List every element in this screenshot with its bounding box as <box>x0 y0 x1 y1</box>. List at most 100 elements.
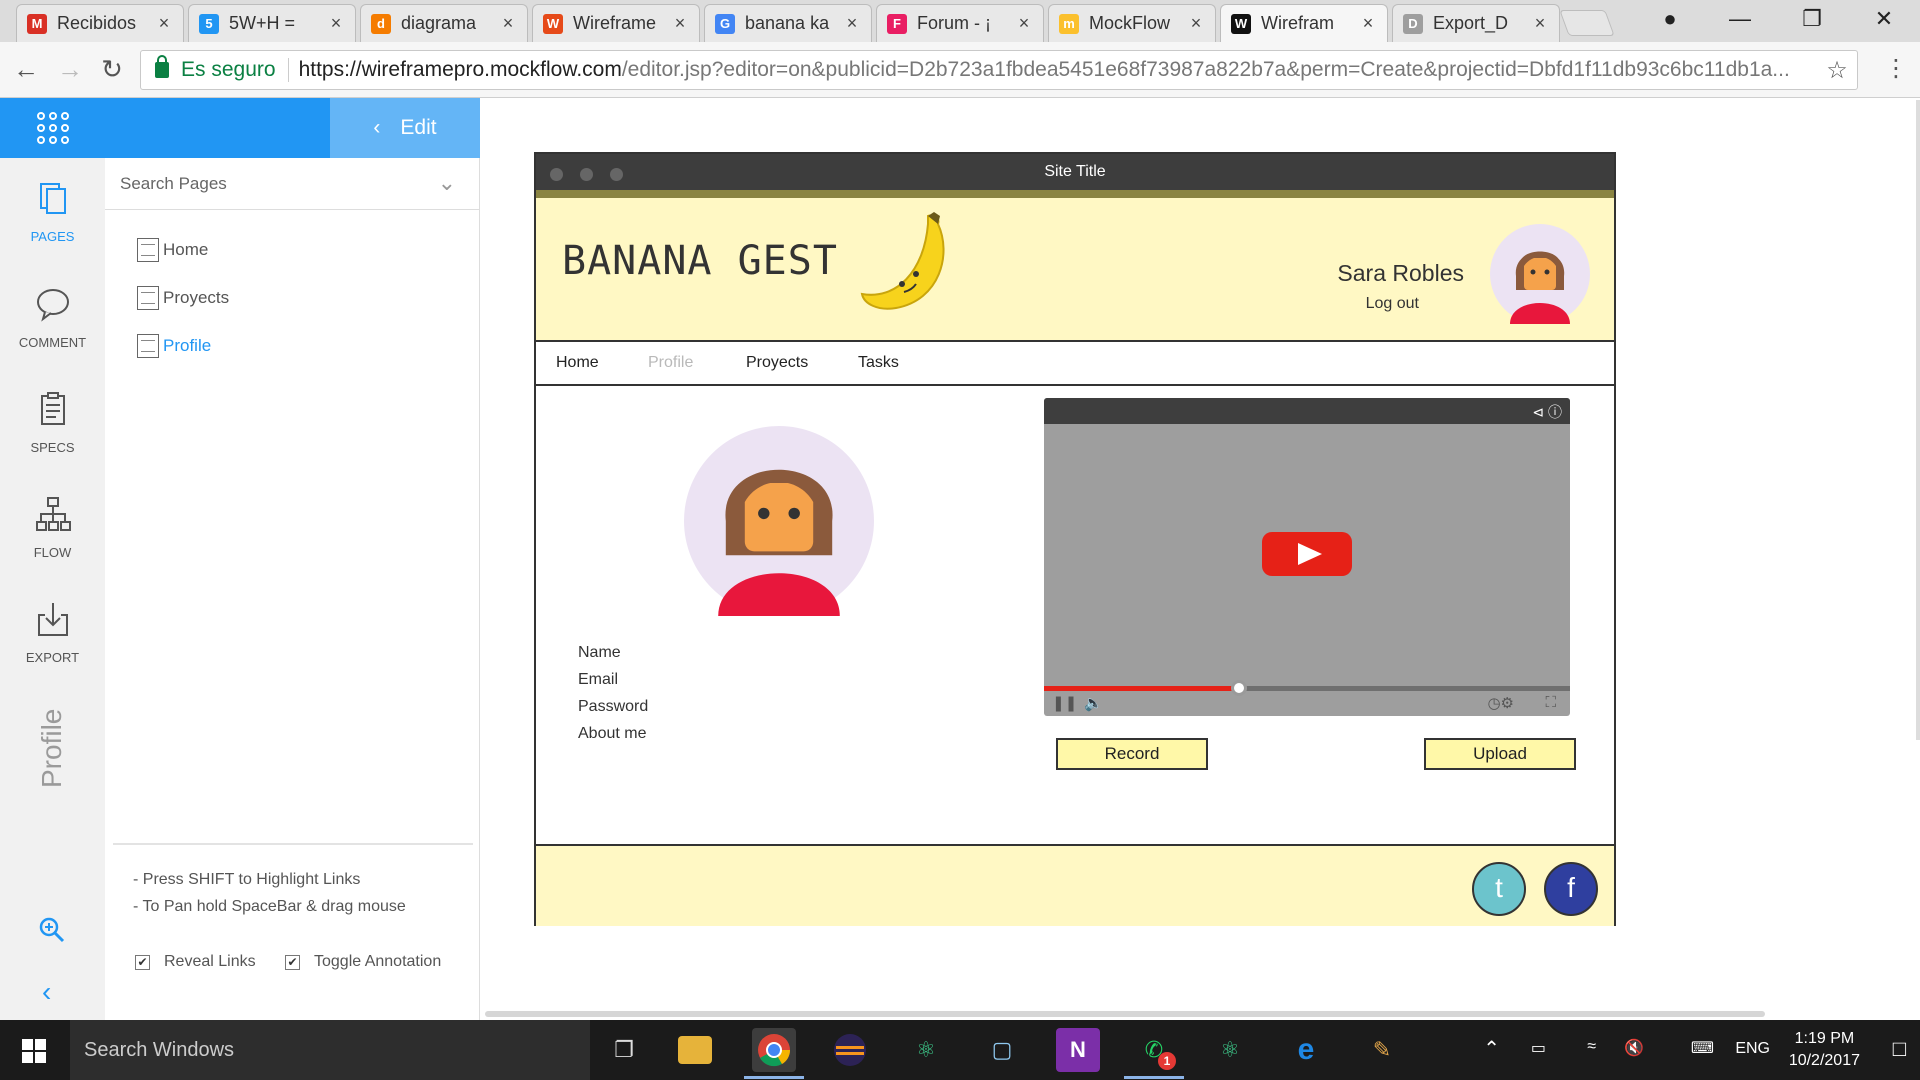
volume-icon[interactable]: 🔈 <box>1084 694 1103 712</box>
close-tab-icon[interactable]: × <box>1359 13 1377 34</box>
menu-kebab-icon[interactable]: ⋮ <box>1880 54 1912 83</box>
onenote-icon[interactable]: N <box>1056 1028 1100 1072</box>
close-tab-icon[interactable]: × <box>499 13 517 34</box>
nav-home[interactable]: Home <box>556 354 599 372</box>
tab-title: banana ka <box>745 13 830 33</box>
bookmark-star-icon[interactable]: ☆ <box>1817 56 1857 85</box>
page-icon <box>137 334 159 358</box>
tab-strip: M Recibidos × 5 5W+H = × d diagrama × W Wireframe… <box>0 0 1920 42</box>
nav-proyects[interactable]: Proyects <box>746 354 808 372</box>
browser-tab[interactable]: d diagrama × <box>360 4 528 42</box>
browser-tab[interactable]: D Export_D × <box>1392 4 1560 42</box>
notepad-icon[interactable]: ▢ <box>980 1028 1024 1072</box>
label-about-me: About me <box>578 725 647 742</box>
flow-icon <box>35 497 71 531</box>
rail-comment[interactable]: COMMENT <box>0 286 105 350</box>
notifications-icon[interactable]: □ <box>1893 1036 1906 1062</box>
chrome-icon[interactable] <box>752 1028 796 1072</box>
minimize-button[interactable]: — <box>1718 6 1762 32</box>
rail-specs[interactable]: SPECS <box>0 391 105 455</box>
back-icon[interactable]: ← <box>10 54 42 85</box>
close-tab-icon[interactable]: × <box>1187 13 1205 34</box>
browser-tab[interactable]: Gbanana ka × <box>704 4 872 42</box>
logout-link[interactable]: Log out <box>1366 295 1419 313</box>
share-info-icon[interactable]: ⊲ ⓘ <box>1532 402 1562 422</box>
edit-button[interactable]: ‹ Edit <box>330 98 480 158</box>
whatsapp-icon[interactable]: ✆ 1 <box>1132 1028 1176 1072</box>
task-view-icon[interactable]: ❐ <box>602 1028 646 1072</box>
reload-icon[interactable]: ↻ <box>96 54 128 85</box>
close-tab-icon[interactable]: × <box>671 13 689 34</box>
browser-tab[interactable]: 5 5W+H = × <box>188 4 356 42</box>
profile-icon[interactable]: ● <box>1648 6 1692 32</box>
browser-tab[interactable]: F Forum - ¡ × <box>876 4 1044 42</box>
tab-title: Forum - ¡ <box>917 13 991 33</box>
upload-button[interactable]: Upload <box>1424 738 1576 770</box>
new-tab-button[interactable] <box>1559 10 1615 36</box>
page-item-proyects[interactable]: Proyects <box>137 286 229 310</box>
twitter-icon[interactable]: t <box>1472 862 1526 916</box>
eclipse-icon[interactable] <box>828 1028 872 1072</box>
taskbar-search[interactable]: Search Windows <box>70 1020 590 1080</box>
file-explorer-icon[interactable] <box>678 1036 712 1064</box>
fullscreen-icon[interactable]: ⛶ <box>1545 694 1556 711</box>
5wh-icon: 5 <box>199 13 219 34</box>
banana-logo-icon <box>860 212 945 310</box>
windows-start-icon[interactable] <box>22 1039 46 1063</box>
keyboard-icon[interactable]: ⌨ <box>1691 1038 1714 1058</box>
reveal-links-checkbox[interactable]: ✔ Reveal Links <box>135 953 256 971</box>
clock[interactable]: 1:19 PM 10/2/2017 <box>1789 1028 1860 1072</box>
close-tab-icon[interactable]: × <box>155 13 173 34</box>
rail-pages[interactable]: PAGES <box>0 180 105 244</box>
wireframe-icon: W <box>543 13 563 34</box>
gmail-icon: M <box>27 13 47 34</box>
tab-title: Wireframe <box>573 13 657 33</box>
wifi-icon[interactable]: ≈ <box>1587 1038 1596 1056</box>
browser-tab[interactable]: M Recibidos × <box>16 4 184 42</box>
atom-icon[interactable]: ⚛ <box>904 1028 948 1072</box>
zoom-icon[interactable] <box>38 916 66 944</box>
restore-button[interactable]: ❐ <box>1790 6 1834 32</box>
toggle-annotation-checkbox[interactable]: ✔ Toggle Annotation <box>285 953 441 971</box>
collapse-icon[interactable]: ⌄ <box>438 170 456 196</box>
chevron-up-icon[interactable]: ⌃ <box>1483 1036 1500 1061</box>
pages-icon <box>39 183 66 214</box>
browser-tab[interactable]: W Wireframe × <box>532 4 700 42</box>
forward-icon[interactable]: → <box>54 54 86 85</box>
vertical-scrollbar[interactable] <box>1916 100 1920 740</box>
nav-profile[interactable]: Profile <box>648 354 693 372</box>
play-button-icon[interactable] <box>1262 532 1352 576</box>
close-tab-icon[interactable]: × <box>1531 13 1549 34</box>
facebook-icon[interactable]: f <box>1544 862 1598 916</box>
battery-icon[interactable]: ▭ <box>1531 1038 1546 1058</box>
browser-tab[interactable]: W Wirefram × <box>1220 4 1388 42</box>
search-pages-input[interactable]: Search Pages ⌄ <box>105 158 480 210</box>
nav-tasks[interactable]: Tasks <box>858 354 899 372</box>
edge-icon[interactable]: e <box>1284 1028 1328 1072</box>
close-window-button[interactable]: ✕ <box>1862 6 1906 32</box>
language-indicator[interactable]: ENG <box>1735 1040 1770 1058</box>
record-button[interactable]: Record <box>1056 738 1208 770</box>
video-player[interactable]: ⊲ ⓘ ❚❚ 🔈 ◷⚙ ⛶ <box>1044 398 1570 716</box>
close-tab-icon[interactable]: × <box>327 13 345 34</box>
paint-icon[interactable]: ✎ <box>1360 1028 1404 1072</box>
browser-tab[interactable]: m MockFlow × <box>1048 4 1216 42</box>
rail-flow[interactable]: FLOW <box>0 496 105 560</box>
close-tab-icon[interactable]: × <box>1015 13 1033 34</box>
pause-icon[interactable]: ❚❚ <box>1052 694 1077 712</box>
rail-export[interactable]: EXPORT <box>0 601 105 665</box>
panel-hints: - Press SHIFT to Highlight Links - To Pa… <box>133 871 406 915</box>
page-item-profile[interactable]: Profile <box>137 334 211 358</box>
windows-taskbar: Search Windows ❐ ⚛ ▢ N ✆ 1 ⚛ e ✎ ⌃ ▭ ≈ 🔇… <box>0 1020 1920 1080</box>
page-item-home[interactable]: Home <box>137 238 208 262</box>
volume-muted-icon[interactable]: 🔇 <box>1624 1038 1644 1058</box>
url-text[interactable]: https://wireframepro.mockflow.com/editor… <box>299 58 1817 82</box>
apps-grid-button[interactable] <box>0 98 105 158</box>
atom-icon[interactable]: ⚛ <box>1208 1028 1252 1072</box>
address-bar[interactable]: Es seguro https://wireframepro.mockflow.… <box>140 50 1858 90</box>
collapse-chevron-icon[interactable]: ‹ <box>42 976 51 1008</box>
settings-icon[interactable]: ◷⚙ <box>1487 694 1514 712</box>
video-progress[interactable] <box>1044 680 1570 696</box>
horizontal-scrollbar[interactable] <box>485 1011 1765 1017</box>
close-tab-icon[interactable]: × <box>843 13 861 34</box>
